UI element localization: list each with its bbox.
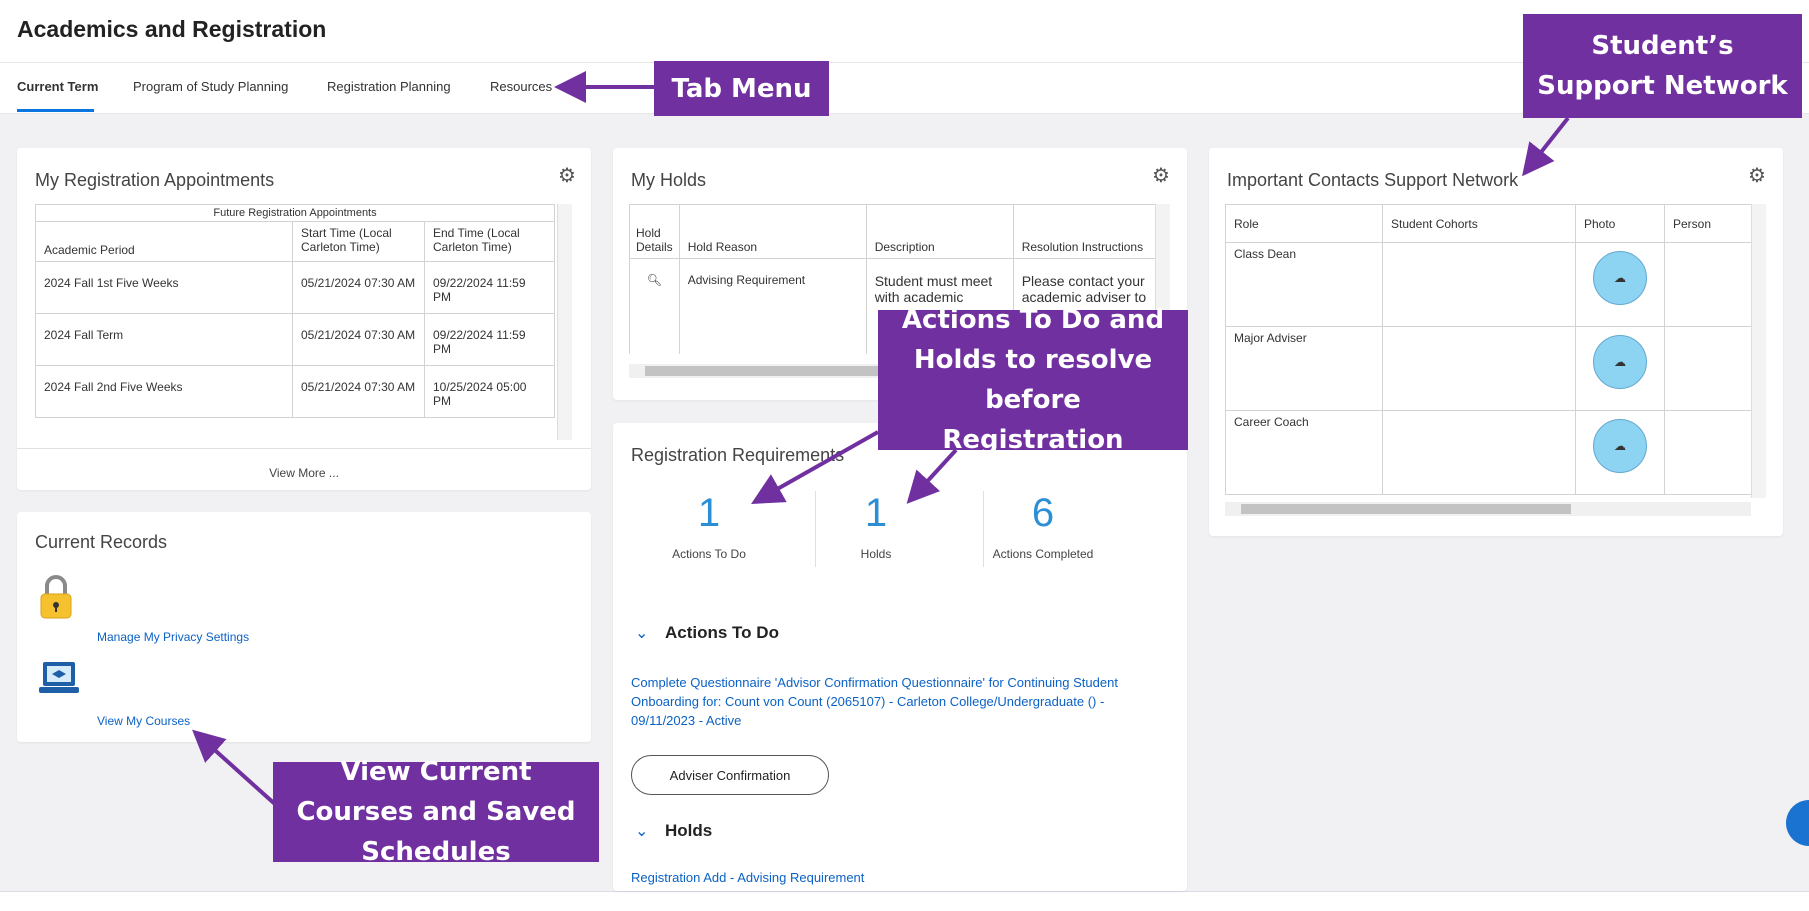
photo-cell: ☁ [1575,242,1665,327]
padlock-icon [39,574,73,625]
holds-count[interactable]: 1 [826,491,926,536]
questionnaire-action-link[interactable]: Complete Questionnaire 'Advisor Confirma… [631,673,1171,730]
vertical-scrollbar[interactable] [557,204,572,440]
active-tab-indicator [17,109,94,112]
period-cell: 2024 Fall 2nd Five Weeks [35,365,293,418]
cohorts-cell [1382,410,1576,495]
column-header: Person [1664,204,1751,243]
divider [17,448,591,449]
contacts-table: Role Student Cohorts Photo Person Class … [1225,204,1751,495]
table-caption: Future Registration Appointments [35,204,555,222]
gear-icon[interactable]: ⚙ [1151,166,1171,186]
holds-label: Holds [860,547,892,561]
manage-privacy-settings-link[interactable]: Manage My Privacy Settings [97,630,249,644]
vertical-scrollbar[interactable] [1751,204,1766,498]
column-header: Hold Details [629,204,680,259]
actions-completed-count[interactable]: 6 [993,491,1093,536]
photo-cell: ☁ [1575,410,1665,495]
hold-reason-cell: Advising Requirement [678,258,867,354]
contacts-support-network-card: Important Contacts Support Network ⚙ Rol… [1209,148,1783,536]
bottom-strip [0,891,1809,911]
laptop-course-icon [39,660,79,703]
card-title: Important Contacts Support Network [1227,170,1519,190]
end-cell: 09/22/2024 11:59 PM [424,261,555,314]
cohorts-cell [1382,326,1576,411]
end-cell: 10/25/2024 05:00 PM [424,365,555,418]
column-header: Hold Reason [678,204,867,259]
avatar-cloud-icon[interactable]: ☁ [1593,419,1647,473]
actions-to-do-label: Actions To Do [672,547,746,561]
contacts-table-viewport: Role Student Cohorts Photo Person Class … [1225,204,1751,498]
table-row: Class Dean ☁ [1225,242,1751,327]
support-network-callout: Student’s Support Network [1523,14,1802,118]
column-header: Start Time (Local Carleton Time) [292,221,425,262]
column-header: Photo [1575,204,1665,243]
tab-current-term[interactable]: Current Term [17,79,98,94]
column-header: Student Cohorts [1382,204,1576,243]
end-cell: 09/22/2024 11:59 PM [424,313,555,366]
column-header: Description [865,204,1014,259]
registration-requirements-card: Registration Requirements 1 Actions To D… [613,423,1187,891]
card-title: My Registration Appointments [35,170,275,190]
search-icon[interactable]: 🔍︎ [629,258,680,354]
tab-registration-planning[interactable]: Registration Planning [327,79,451,94]
column-header: End Time (Local Carleton Time) [424,221,555,262]
actions-holds-callout: Actions To Do and Holds to resolve befor… [878,305,1188,455]
role-cell: Career Coach [1225,410,1383,495]
role-cell: Major Adviser [1225,326,1383,411]
start-cell: 05/21/2024 07:30 AM [292,313,425,366]
tab-program-of-study-planning[interactable]: Program of Study Planning [133,79,288,94]
photo-cell: ☁ [1575,326,1665,411]
period-cell: 2024 Fall 1st Five Weeks [35,261,293,314]
actions-to-do-count[interactable]: 1 [659,491,759,536]
table-row: Career Coach ☁ [1225,410,1751,495]
period-cell: 2024 Fall Term [35,313,293,366]
start-cell: 05/21/2024 07:30 AM [292,261,425,314]
table-row: 2024 Fall 2nd Five Weeks 05/21/2024 07:3… [35,365,555,418]
chevron-down-icon[interactable]: ⌄ [635,623,648,643]
actions-completed-label: Actions Completed [992,547,1094,561]
adviser-confirmation-button[interactable]: Adviser Confirmation [631,755,829,795]
holds-heading[interactable]: Holds [665,821,712,841]
tab-resources[interactable]: Resources [490,79,552,94]
table-row: 2024 Fall 1st Five Weeks 05/21/2024 07:3… [35,261,555,314]
column-header: Academic Period [35,221,293,262]
role-cell: Class Dean [1225,242,1383,327]
view-more-link[interactable]: View More ... [17,466,591,480]
gear-icon[interactable]: ⚙ [557,166,577,186]
chevron-down-icon[interactable]: ⌄ [635,821,648,841]
registration-add-hold-link[interactable]: Registration Add - Advising Requirement [631,870,864,885]
gear-icon[interactable]: ⚙ [1747,166,1767,186]
table-row: Major Adviser ☁ [1225,326,1751,411]
column-header: Role [1225,204,1383,243]
avatar-cloud-icon[interactable]: ☁ [1593,335,1647,389]
person-cell [1664,410,1751,495]
horizontal-scrollbar[interactable] [1225,502,1751,516]
appointments-table: Future Registration Appointments Academi… [35,204,555,418]
table-row: 2024 Fall Term 05/21/2024 07:30 AM 09/22… [35,313,555,366]
current-records-card: Current Records Manage My Privacy Settin… [17,512,591,742]
start-cell: 05/21/2024 07:30 AM [292,365,425,418]
registration-appointments-card: My Registration Appointments ⚙ Future Re… [17,148,591,490]
tab-menu-callout: Tab Menu [654,61,829,116]
card-title: Registration Requirements [631,445,845,465]
avatar-cloud-icon[interactable]: ☁ [1593,251,1647,305]
card-title: Current Records [35,532,168,552]
view-courses-callout: View Current Courses and Saved Schedules [273,757,599,867]
cohorts-cell [1382,242,1576,327]
view-my-courses-link[interactable]: View My Courses [97,714,190,728]
column-header: Resolution Instructions [1012,204,1155,259]
actions-to-do-heading[interactable]: Actions To Do [665,623,779,643]
person-cell [1664,326,1751,411]
page-title: Academics and Registration [17,16,327,42]
card-title: My Holds [631,170,707,190]
person-cell [1664,242,1751,327]
